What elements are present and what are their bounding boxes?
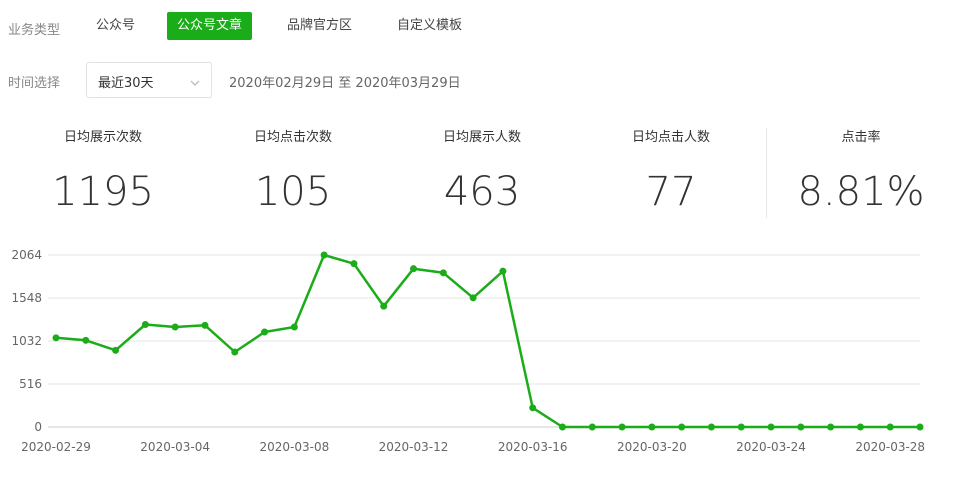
x-tick-label: 2020-03-24 xyxy=(736,440,806,454)
daily-trend-line-chart: 0 516 1032 1548 2064 2020-02-29 2020-03-04 2020… xyxy=(11,248,925,454)
data-point xyxy=(827,423,835,431)
stat-value: 463 xyxy=(443,169,521,215)
stat-value: 8.81% xyxy=(797,169,925,215)
data-point xyxy=(141,321,149,328)
x-tick-label: 2020-03-12 xyxy=(379,440,449,454)
time-select-label: 时间选择 xyxy=(8,76,61,91)
data-point xyxy=(797,423,805,431)
tab-official-account[interactable]: 公众号 xyxy=(86,12,145,40)
stat-title: 日均点击次数 xyxy=(253,130,332,145)
tab-brand-official-zone[interactable]: 品牌官方区 xyxy=(277,12,362,40)
data-point xyxy=(886,423,894,431)
y-tick-label: 1032 xyxy=(11,334,42,348)
x-tick-label: 2020-03-16 xyxy=(498,440,568,454)
data-point xyxy=(737,423,745,431)
data-point xyxy=(439,269,447,277)
data-point xyxy=(290,323,298,331)
time-select-row: 时间选择 最近30天 2020年02月29日 至 2020年03月29日 xyxy=(0,60,960,100)
data-point xyxy=(171,323,179,331)
data-point xyxy=(916,423,924,431)
data-point xyxy=(707,423,715,431)
y-tick-label: 516 xyxy=(19,377,42,391)
data-point xyxy=(52,334,60,342)
data-point xyxy=(350,260,358,268)
time-range-select[interactable]: 最近30天 xyxy=(86,62,212,98)
x-tick-label: 2020-03-28 xyxy=(855,440,925,454)
data-point xyxy=(856,423,864,431)
stat-daily-clicks: 日均点击次数 105 xyxy=(198,128,388,214)
data-point xyxy=(618,423,626,431)
stat-title: 日均展示人数 xyxy=(442,130,521,145)
chevron-down-icon xyxy=(189,74,201,93)
data-point xyxy=(529,404,537,412)
x-tick-label: 2020-02-29 xyxy=(21,440,91,454)
data-point xyxy=(231,348,239,356)
y-tick-label: 2064 xyxy=(11,248,42,262)
stat-value: 77 xyxy=(645,169,697,215)
time-range-select-value: 最近30天 xyxy=(98,76,154,91)
stat-title: 日均展示次数 xyxy=(63,130,142,145)
data-point xyxy=(261,328,269,336)
data-point xyxy=(469,294,477,302)
x-tick-label: 2020-03-04 xyxy=(140,440,210,454)
stat-daily-impression-users: 日均展示人数 463 xyxy=(387,128,577,214)
date-range-text: 2020年02月29日 至 2020年03月29日 xyxy=(229,76,461,91)
data-point xyxy=(112,346,120,354)
data-point xyxy=(767,423,775,431)
data-point xyxy=(410,265,418,273)
data-point xyxy=(558,423,566,431)
tab-official-account-articles[interactable]: 公众号文章 xyxy=(167,12,253,40)
y-tick-label: 0 xyxy=(34,420,42,434)
stat-value: 1195 xyxy=(52,169,154,215)
stats-summary: 日均展示次数 1195 日均点击次数 105 日均展示人数 463 日均点击人数… xyxy=(0,128,960,218)
stat-click-rate: 点击率 8.81% xyxy=(766,128,956,214)
data-point xyxy=(320,251,328,259)
tab-custom-template[interactable]: 自定义模板 xyxy=(387,12,472,40)
data-point xyxy=(648,423,656,431)
stat-daily-click-users: 日均点击人数 77 xyxy=(576,128,766,214)
data-point xyxy=(588,423,596,431)
x-tick-label: 2020-03-20 xyxy=(617,440,687,454)
data-point xyxy=(82,336,90,344)
data-point xyxy=(499,267,507,275)
stat-daily-impressions: 日均展示次数 1195 xyxy=(8,128,198,214)
data-point xyxy=(201,321,209,329)
business-type-label: 业务类型 xyxy=(8,23,61,38)
stat-value: 105 xyxy=(254,169,332,215)
stat-title: 日均点击人数 xyxy=(631,130,710,145)
stat-title: 点击率 xyxy=(841,130,881,145)
data-point xyxy=(380,302,388,310)
business-type-row: 业务类型 公众号 公众号文章 品牌官方区 自定义模板 xyxy=(0,12,960,42)
x-tick-label: 2020-03-08 xyxy=(259,440,329,454)
data-point xyxy=(678,423,686,431)
y-tick-label: 1548 xyxy=(11,291,42,305)
